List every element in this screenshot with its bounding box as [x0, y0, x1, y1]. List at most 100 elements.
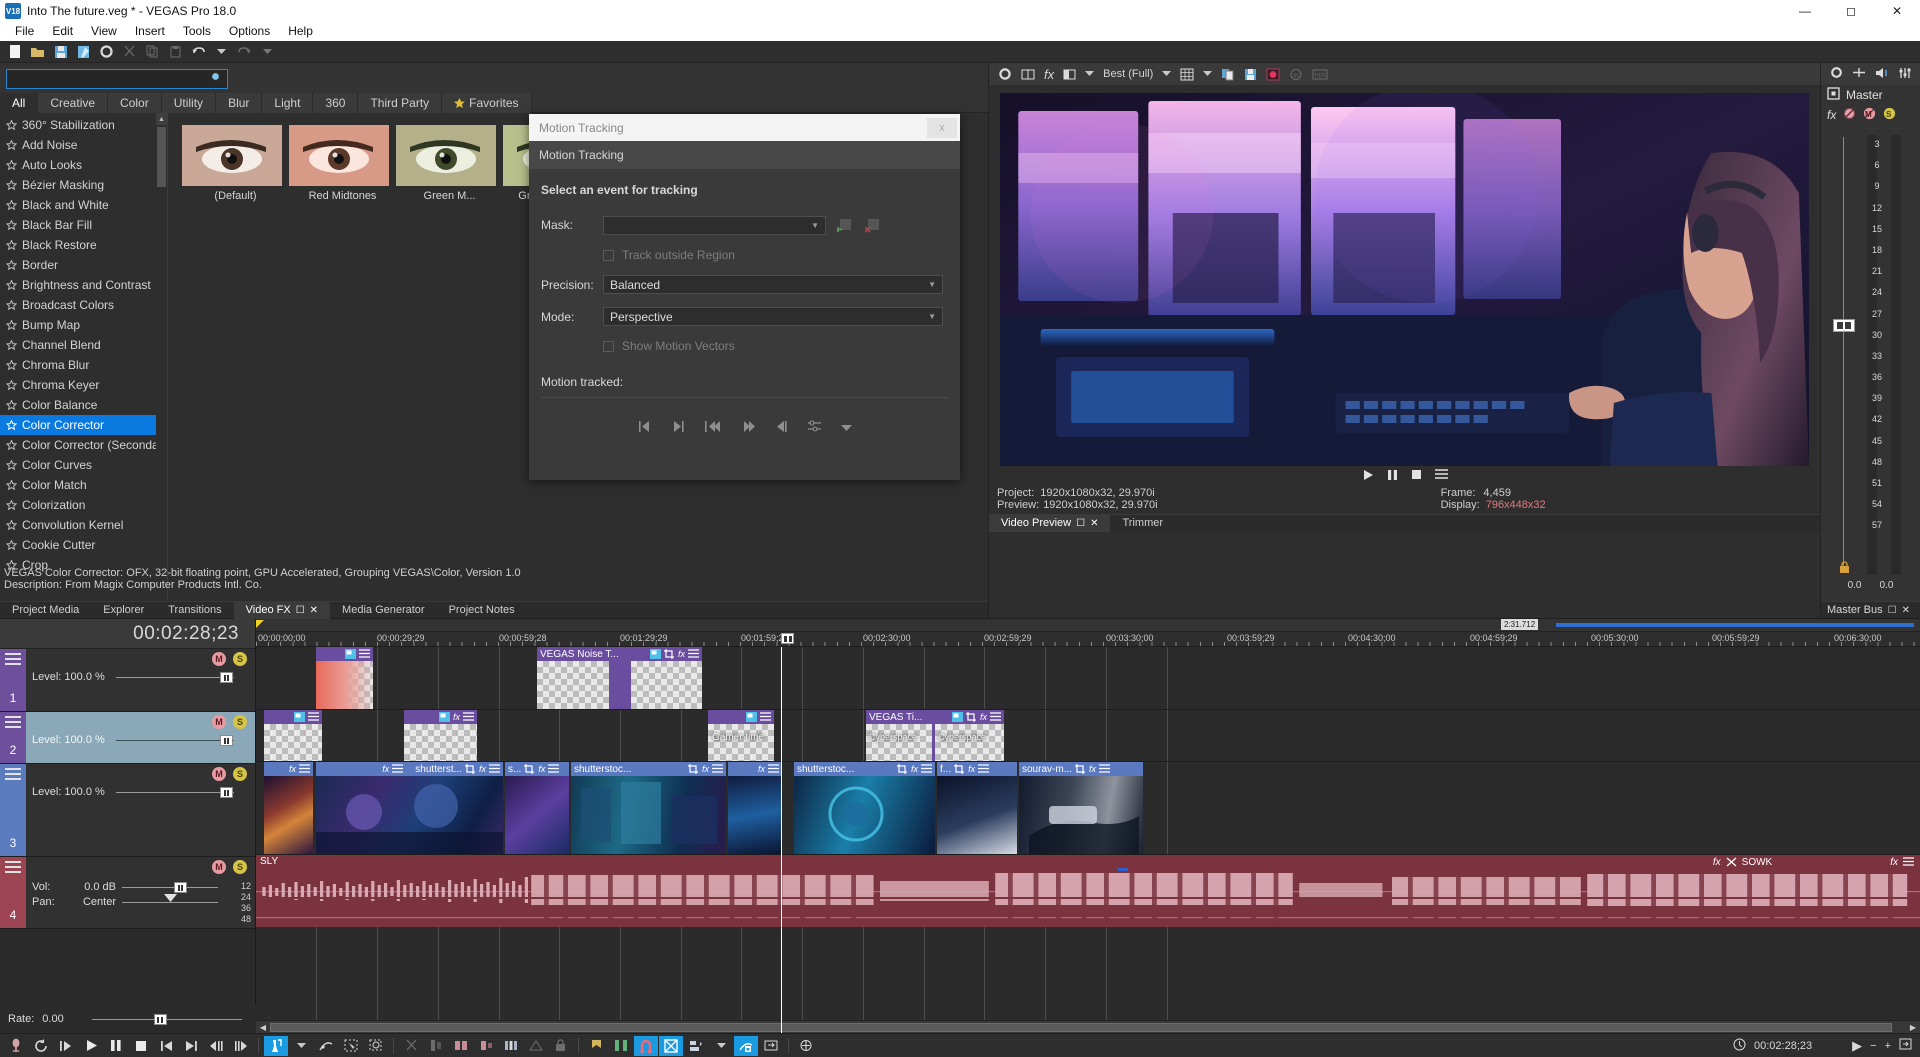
- clip-menu-icon[interactable]: [548, 764, 559, 774]
- master-meter-area[interactable]: 3 6 9 12 15 18 21 24 27 30 33 36 39 42 4…: [1821, 125, 1920, 601]
- event-pan-crop-icon[interactable]: [345, 649, 356, 659]
- event-pan-crop-icon[interactable]: [524, 764, 535, 774]
- fx-search-box[interactable]: [6, 69, 228, 89]
- event-pan-crop-icon[interactable]: [1075, 764, 1086, 774]
- star-icon[interactable]: [6, 140, 17, 151]
- event-pan-crop-icon[interactable]: [954, 764, 965, 774]
- star-icon[interactable]: [6, 500, 17, 511]
- zoom-out-icon[interactable]: −: [1870, 1040, 1876, 1052]
- gear-icon[interactable]: [995, 65, 1015, 83]
- level-slider[interactable]: [116, 672, 234, 682]
- fx-effects-list[interactable]: 360° Stabilization Add Noise Auto Looks …: [0, 113, 168, 618]
- star-icon[interactable]: [6, 300, 17, 311]
- timecode-display[interactable]: 00:02:28;23: [0, 619, 255, 649]
- step-back-icon[interactable]: [671, 421, 685, 435]
- search-input[interactable]: [11, 72, 210, 86]
- clip-menu-icon[interactable]: [990, 712, 1001, 722]
- close-icon[interactable]: [1726, 857, 1737, 867]
- event-fx-icon[interactable]: fx: [678, 649, 685, 659]
- loop-region-bar[interactable]: [1556, 623, 1914, 627]
- star-icon[interactable]: [6, 400, 17, 411]
- master-fader-handle[interactable]: [1833, 319, 1855, 332]
- volume-slider-knob[interactable]: [174, 882, 187, 893]
- clip-menu-icon[interactable]: [1903, 857, 1914, 867]
- go-to-start-icon[interactable]: [154, 1036, 178, 1056]
- fx-list-item[interactable]: Brightness and Contrast: [0, 275, 167, 295]
- fx-list-item[interactable]: Auto Looks: [0, 155, 167, 175]
- star-icon[interactable]: [6, 220, 17, 231]
- more-icon[interactable]: [841, 421, 852, 435]
- fx-list-item[interactable]: Color Balance: [0, 395, 167, 415]
- project-start-marker[interactable]: [256, 620, 264, 628]
- project-properties-icon[interactable]: [73, 42, 94, 62]
- preview-overlay-icon[interactable]: [1060, 65, 1079, 83]
- bus-icon[interactable]: [1827, 87, 1840, 103]
- event-fx-icon[interactable]: fx: [702, 764, 709, 774]
- split-icon[interactable]: [449, 1036, 473, 1056]
- normal-edit-tool-icon[interactable]: [264, 1036, 288, 1056]
- rate-slider-knob[interactable]: [154, 1014, 167, 1025]
- scroll-right-icon[interactable]: ▶: [1906, 1023, 1920, 1032]
- fx-list-item[interactable]: Black and White: [0, 195, 167, 215]
- timeline-ruler[interactable]: 00:00:00;00 00:00:29;29 00:00:59;28 00:0…: [256, 632, 1920, 647]
- event-fx-icon[interactable]: fx: [1089, 764, 1096, 774]
- next-frame-icon[interactable]: [229, 1036, 253, 1056]
- level-slider[interactable]: [116, 735, 234, 745]
- fx-tab-third-party[interactable]: Third Party: [358, 93, 442, 113]
- star-icon[interactable]: [6, 180, 17, 191]
- fx-list-item[interactable]: Black Bar Fill: [0, 215, 167, 235]
- clip-header[interactable]: s... fx: [505, 762, 569, 776]
- clip-header[interactable]: [708, 710, 774, 724]
- clip-header[interactable]: fx: [404, 710, 477, 724]
- clip-menu-icon[interactable]: [308, 712, 319, 722]
- event-pan-crop-icon[interactable]: [465, 764, 476, 774]
- track-header-2[interactable]: 2 M S Level: 100.0 %: [0, 712, 255, 764]
- clip-header[interactable]: shutterstoc... fx: [794, 762, 935, 776]
- event-fx-icon[interactable]: fx: [980, 712, 987, 722]
- preview-quality-label[interactable]: Best (Full): [1100, 65, 1156, 83]
- zoom-in-icon[interactable]: +: [1885, 1040, 1891, 1052]
- search-icon[interactable]: [210, 71, 223, 87]
- fx-list-item[interactable]: Color Match: [0, 475, 167, 495]
- menu-file[interactable]: File: [6, 22, 43, 41]
- event-pan-crop-icon[interactable]: [966, 712, 977, 722]
- play-icon[interactable]: [79, 1036, 103, 1056]
- timeline-clip[interactable]: f... fx: [937, 762, 1017, 854]
- menu-insert[interactable]: Insert: [126, 22, 174, 41]
- show-vectors-checkbox[interactable]: [603, 341, 614, 352]
- clip-menu-icon[interactable]: [463, 712, 474, 722]
- timeline-clip[interactable]: Gamer time: [708, 710, 774, 761]
- timeline-marker-bar[interactable]: 2:31.712: [256, 619, 1920, 632]
- audio-clip-header[interactable]: fx SOWK fx: [1707, 855, 1920, 869]
- maximize-button[interactable]: ◻: [1828, 0, 1874, 22]
- star-icon[interactable]: [6, 160, 17, 171]
- fx-tab-light[interactable]: Light: [262, 93, 313, 113]
- mute-icon[interactable]: M: [212, 860, 226, 874]
- record-icon[interactable]: [4, 1036, 28, 1056]
- fx-tab-360[interactable]: 360: [313, 93, 358, 113]
- tab-video-fx[interactable]: Video FX ☐ ✕: [234, 602, 330, 619]
- motion-tracking-dialog[interactable]: Motion Tracking x Motion Tracking Select…: [529, 114, 960, 480]
- fx-icon[interactable]: fx: [1827, 108, 1836, 122]
- mute-icon[interactable]: M: [212, 715, 226, 729]
- close-icon[interactable]: ✕: [310, 602, 318, 619]
- float-icon[interactable]: ☐: [1076, 515, 1085, 532]
- star-icon[interactable]: [6, 520, 17, 531]
- track-number-strip-3[interactable]: 3: [0, 764, 26, 856]
- crossfade-icon[interactable]: [499, 1036, 523, 1056]
- star-icon[interactable]: [6, 480, 17, 491]
- clip-header[interactable]: [316, 647, 373, 661]
- preset-thumbnail[interactable]: [396, 125, 496, 186]
- clip-header[interactable]: f... fx: [937, 762, 1017, 776]
- timeline-clip[interactable]: shutterstoc... fx: [794, 762, 935, 854]
- go-to-start-icon[interactable]: [638, 421, 652, 435]
- timeline-clip[interactable]: shutterstoc... fx: [571, 762, 726, 854]
- track-header-4[interactable]: 4 M S Vol: 0.0 dB: [0, 857, 255, 929]
- track-number-strip-1[interactable]: 1: [0, 649, 26, 711]
- audio-icon[interactable]: [1875, 67, 1889, 82]
- timeline-horizontal-scrollbar[interactable]: ◀ ▶: [256, 1020, 1920, 1033]
- dialog-title-bar[interactable]: Motion Tracking x: [529, 114, 960, 141]
- insert-region-icon[interactable]: [609, 1036, 633, 1056]
- clip-menu-icon[interactable]: [299, 764, 310, 774]
- track-number-strip-4[interactable]: 4: [0, 857, 26, 928]
